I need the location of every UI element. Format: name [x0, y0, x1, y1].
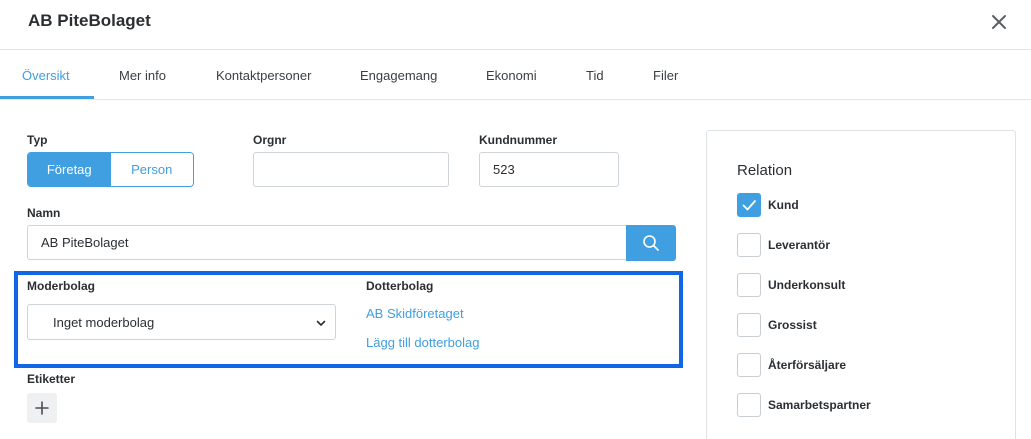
check-icon: [742, 200, 756, 211]
dotterbolag-label: Dotterbolag: [366, 279, 434, 293]
checkbox[interactable]: [737, 393, 761, 417]
orgnr-label: Orgnr: [253, 133, 287, 147]
tab-tid[interactable]: Tid: [586, 68, 604, 83]
checkbox-label: Underkonsult: [768, 278, 846, 292]
checkbox-label: Samarbetspartner: [768, 398, 871, 412]
etiketter-label: Etiketter: [27, 372, 76, 386]
typ-label: Typ: [27, 133, 48, 147]
checkbox-label: Leverantör: [768, 238, 831, 252]
typ-foretag-button[interactable]: Företag: [28, 153, 111, 186]
typ-toggle: Företag Person: [27, 152, 194, 187]
tab-engagemang[interactable]: Engagemang: [360, 68, 437, 83]
checkbox-label: Grossist: [768, 318, 817, 332]
moderbolag-label: Moderbolag: [27, 279, 95, 293]
moderbolag-value: Inget moderbolag: [53, 315, 155, 330]
checkbox[interactable]: [737, 273, 761, 297]
moderbolag-select[interactable]: Inget moderbolag: [27, 304, 336, 340]
kundnummer-label: Kundnummer: [479, 133, 557, 147]
orgnr-input[interactable]: [253, 152, 449, 187]
add-dotterbolag-link[interactable]: Lägg till dotterbolag: [366, 335, 479, 350]
close-icon[interactable]: [988, 11, 1010, 33]
page-title: AB PiteBolaget: [28, 11, 151, 30]
tab-oversikt[interactable]: Översikt: [22, 68, 70, 83]
checkbox-label: Kund: [768, 198, 799, 212]
tab-kontaktpersoner[interactable]: Kontaktpersoner: [216, 68, 311, 83]
modal-header: AB PiteBolaget: [0, 0, 1031, 50]
checkbox-label: Återförsäljare: [768, 358, 847, 372]
namn-label: Namn: [27, 206, 61, 220]
dotterbolag-link[interactable]: AB Skidföretaget: [366, 306, 464, 321]
kundnummer-input[interactable]: 523: [479, 152, 619, 187]
checkbox[interactable]: [737, 193, 761, 217]
tab-mer-info[interactable]: Mer info: [119, 68, 166, 83]
plus-icon: [35, 401, 49, 415]
search-button[interactable]: [626, 225, 676, 261]
namn-input[interactable]: AB PiteBolaget: [27, 225, 627, 260]
active-tab-indicator: [0, 96, 94, 99]
add-etikett-button[interactable]: [27, 393, 57, 423]
checkbox[interactable]: [737, 233, 761, 257]
tab-filer[interactable]: Filer: [653, 68, 678, 83]
checkbox[interactable]: [737, 353, 761, 377]
checkbox[interactable]: [737, 313, 761, 337]
tab-bar: Översikt Mer info Kontaktpersoner Engage…: [0, 51, 1031, 100]
relation-title: Relation: [737, 162, 793, 179]
typ-person-button[interactable]: Person: [110, 153, 193, 186]
tab-ekonomi[interactable]: Ekonomi: [486, 68, 537, 83]
search-icon: [643, 235, 659, 251]
chevron-down-icon: [316, 320, 326, 326]
